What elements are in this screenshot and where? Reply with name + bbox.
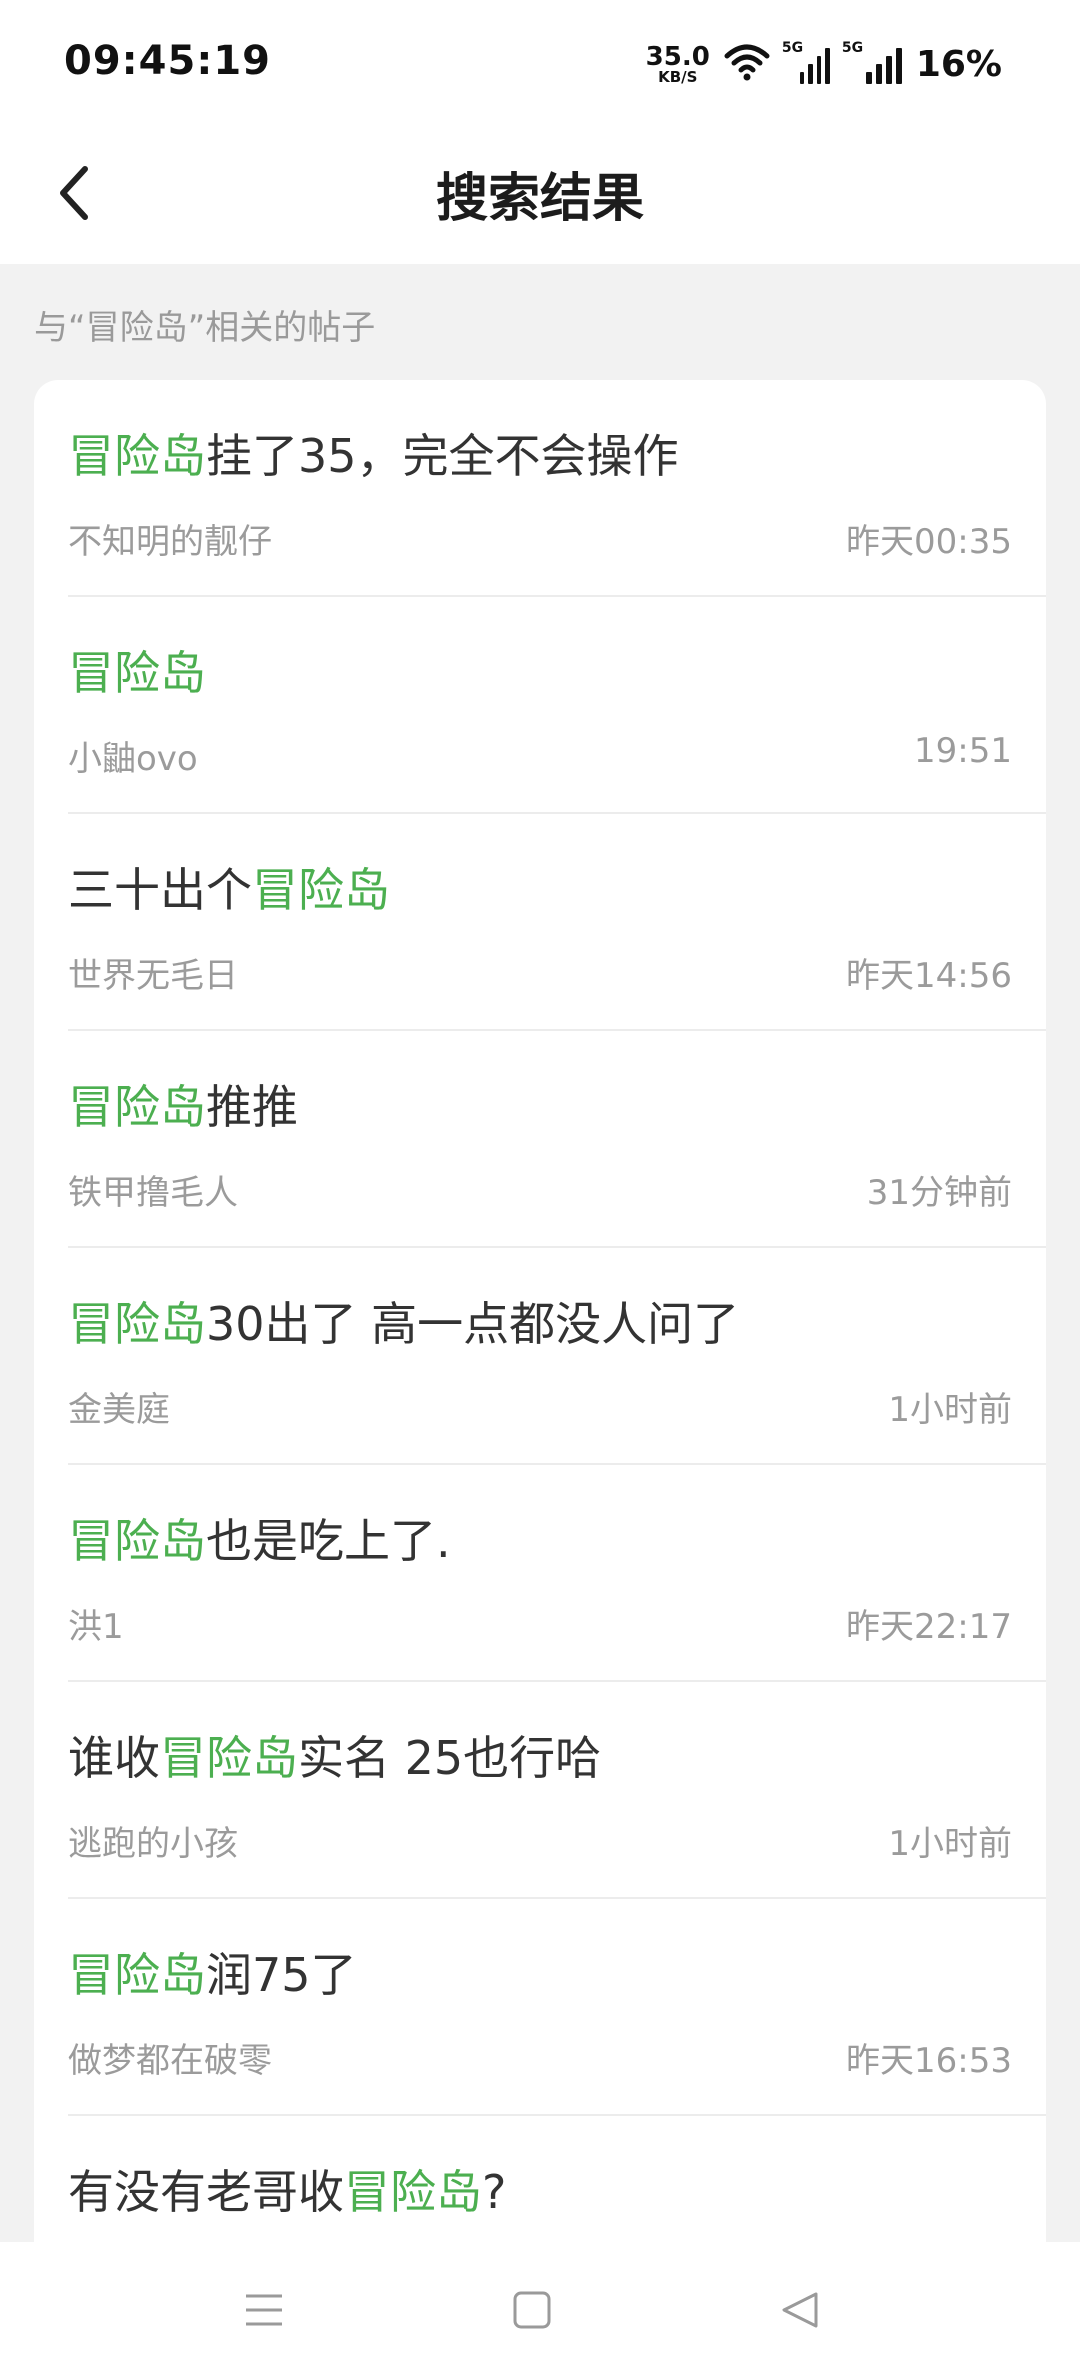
post-time: 1小时前: [888, 1824, 1012, 1864]
status-icons: 35.0 KB/S 5G 5G 16%: [646, 40, 1002, 88]
header: 搜索结果: [0, 124, 1080, 264]
post-title-keyword: 冒险岛: [68, 1080, 206, 1134]
post-title: 冒险岛润75了: [68, 1939, 357, 2005]
post-author: 洪1: [68, 1607, 124, 1647]
battery-level: 16%: [915, 43, 1002, 85]
wifi-icon: [724, 42, 770, 86]
post-title-prefix: 有没有老哥收: [68, 2165, 344, 2219]
list-item[interactable]: 冒险岛推推铁甲撸毛人 31分钟前: [68, 1031, 1046, 1248]
post-title-prefix: 谁收: [68, 1731, 160, 1785]
list-item[interactable]: 冒险岛润75了做梦都在破零 昨天16:53: [68, 1899, 1046, 2116]
post-title-prefix: 三十出个: [68, 863, 252, 917]
list-item[interactable]: 冒险岛挂了35，完全不会操作不知明的靓仔 昨天00:35: [68, 380, 1046, 597]
post-author: 铁甲撸毛人: [68, 1173, 238, 1213]
post-title-suffix: 润75了: [206, 1948, 357, 2002]
post-title: 冒险岛推推: [68, 1071, 298, 1137]
signal-icon: 5G: [782, 40, 830, 84]
post-author: 逃跑的小孩: [68, 1824, 238, 1864]
post-title-keyword: 冒险岛: [252, 863, 390, 917]
post-title-keyword: 冒险岛: [344, 2165, 482, 2219]
home-button[interactable]: [492, 2272, 572, 2352]
post-title: 三十出个冒险岛: [68, 854, 390, 920]
post-time: 昨天14:56: [846, 956, 1012, 996]
post-author: 不知明的靓仔: [68, 522, 272, 562]
list-item[interactable]: 冒险岛也是吃上了. 洪1 昨天22:17: [68, 1465, 1046, 1682]
post-title-keyword: 冒险岛: [68, 1948, 206, 2002]
post-author: 做梦都在破零: [68, 2041, 272, 2081]
post-title-keyword: 冒险岛: [68, 429, 206, 483]
post-title: 冒险岛: [68, 637, 206, 703]
status-time: 09:45:19: [64, 38, 271, 84]
post-title-keyword: 冒险岛: [68, 1514, 206, 1568]
post-title-suffix: ?: [482, 2165, 507, 2219]
status-bar: 09:45:19 35.0 KB/S 5G 5G 16%: [0, 0, 1080, 124]
system-nav-bar: [0, 2242, 1080, 2376]
post-title: 冒险岛也是吃上了.: [68, 1505, 451, 1571]
post-title: 冒险岛30出了 高一点都没人问了: [68, 1288, 739, 1354]
menu-icon: [244, 2290, 284, 2334]
results-list: 冒险岛挂了35，完全不会操作 不知明的靓仔 昨天00:35 冒险岛 小鼬ovo 19:51…: [34, 380, 1046, 2280]
list-item[interactable]: 谁收冒险岛实名 25也行哈逃跑的小孩 1小时前: [68, 1682, 1046, 1899]
post-title-suffix: 挂了35，完全不会操作: [206, 429, 679, 483]
post-title-suffix: 实名 25也行哈: [298, 1731, 602, 1785]
post-title: 冒险岛挂了35，完全不会操作: [68, 420, 679, 486]
post-author: 世界无毛日: [68, 956, 238, 996]
section-label: 与“冒险岛”相关的帖子: [34, 308, 376, 348]
home-square-icon: [512, 2290, 552, 2334]
post-author: 小鼬ovo: [68, 739, 198, 779]
list-item[interactable]: 冒险岛30出了 高一点都没人问了 金美庭 1小时前: [68, 1248, 1046, 1465]
net-speed-value: 35.0: [645, 41, 710, 72]
post-time: 昨天22:17: [846, 1607, 1012, 1647]
post-time: 31分钟前: [866, 1173, 1012, 1213]
signal-icon: 5G: [842, 40, 902, 84]
net-speed: 35.0 KB/S: [646, 44, 710, 85]
post-title-keyword: 冒险岛: [68, 646, 206, 700]
net-speed-unit: KB/S: [658, 67, 698, 86]
post-title-keyword: 冒险岛: [160, 1731, 298, 1785]
post-title-suffix: 30出了 高一点都没人问了: [206, 1297, 740, 1351]
post-time: 19:51: [914, 731, 1012, 771]
list-item[interactable]: 三十出个冒险岛 世界无毛日 昨天14:56: [68, 814, 1046, 1031]
post-title: 有没有老哥收冒险岛?: [68, 2156, 506, 2222]
post-title-suffix: 也是吃上了.: [206, 1514, 451, 1568]
post-time: 1小时前: [888, 1390, 1012, 1430]
list-item[interactable]: 冒险岛小鼬ovo 19:51: [68, 597, 1046, 814]
post-title: 谁收冒险岛实名 25也行哈: [68, 1722, 601, 1788]
post-title-suffix: 推推: [206, 1080, 298, 1134]
post-author: 金美庭: [68, 1390, 170, 1430]
menu-button[interactable]: [224, 2272, 304, 2352]
back-triangle-icon: [780, 2290, 820, 2334]
back-nav-button[interactable]: [760, 2272, 840, 2352]
page-title: 搜索结果: [435, 169, 644, 229]
post-time: 昨天00:35: [846, 522, 1012, 562]
post-time: 昨天16:53: [846, 2041, 1012, 2081]
post-title-keyword: 冒险岛: [68, 1297, 206, 1351]
